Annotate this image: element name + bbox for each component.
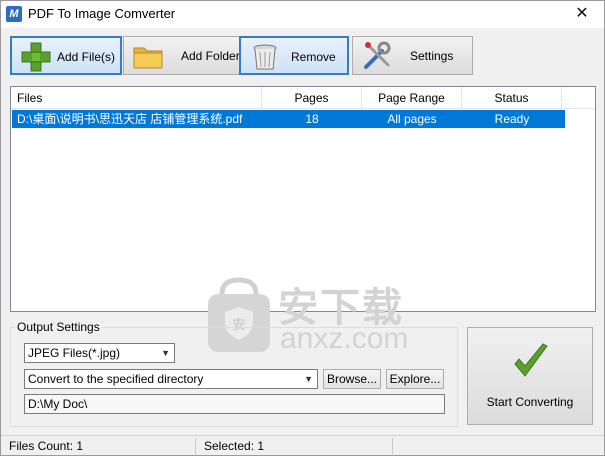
folder-icon <box>133 47 163 69</box>
column-header-pages[interactable]: Pages <box>262 87 362 109</box>
window-title: PDF To Image Comverter <box>28 6 176 21</box>
settings-label: Settings <box>410 49 454 63</box>
browse-button[interactable]: Browse... <box>323 369 381 389</box>
file-page-range: All pages <box>387 112 437 126</box>
add-folder-button[interactable]: Add Folder <box>123 36 244 75</box>
file-list[interactable]: Files Pages Page Range Status D:\桌面\说明书\… <box>10 86 596 355</box>
start-converting-button[interactable]: Start Converting <box>467 327 593 425</box>
app-logo-icon <box>6 6 22 22</box>
file-status: Ready <box>494 112 530 126</box>
output-mode-select[interactable]: Convert to the specified directory ▼ <box>24 369 318 389</box>
status-divider <box>392 438 393 454</box>
selected-status: Selected: 1 <box>204 439 265 453</box>
list-header: Files Pages Page Range Status <box>11 87 595 109</box>
column-header-page-range[interactable]: Page Range <box>362 87 462 109</box>
chevron-down-icon: ▼ <box>304 374 313 384</box>
checkmark-icon <box>514 343 548 377</box>
file-pages: 18 <box>305 112 319 126</box>
files-count-status: Files Count: 1 <box>9 439 84 453</box>
status-divider <box>195 438 196 454</box>
format-select[interactable]: JPEG Files(*.jpg) ▼ <box>24 343 175 363</box>
chevron-down-icon: ▼ <box>161 348 170 358</box>
status-bar: Files Count: 1 Selected: 1 <box>1 435 604 455</box>
file-row[interactable]: D:\桌面\说明书\思迅天店 店铺管理系统.pdf 18 All pages R… <box>12 110 565 128</box>
column-header-files[interactable]: Files <box>11 87 262 109</box>
column-header-status[interactable]: Status <box>462 87 562 109</box>
format-value: JPEG Files(*.jpg) <box>28 346 121 360</box>
add-files-button[interactable]: Add File(s) <box>10 36 122 75</box>
close-icon[interactable]: ✕ <box>560 1 604 28</box>
explore-button[interactable]: Explore... <box>386 369 444 389</box>
start-converting-label: Start Converting <box>486 395 574 409</box>
add-files-label: Add File(s) <box>57 50 116 64</box>
green-plus-icon <box>21 42 51 72</box>
add-folder-label: Add Folder <box>181 49 240 63</box>
trash-icon <box>253 44 277 70</box>
settings-button[interactable]: Settings <box>352 36 473 75</box>
remove-button[interactable]: Remove <box>239 36 349 75</box>
file-path: D:\桌面\说明书\思迅天店 店铺管理系统.pdf <box>17 112 243 126</box>
tools-icon <box>364 41 391 69</box>
title-bar: PDF To Image Comverter ✕ <box>1 1 604 28</box>
output-mode-value: Convert to the specified directory <box>28 372 204 386</box>
output-path-field[interactable]: D:\My Doc\ <box>24 394 445 414</box>
output-settings-title: Output Settings <box>15 320 102 334</box>
remove-label: Remove <box>291 50 336 64</box>
app-window: PDF To Image Comverter ✕ Add File(s) Add… <box>0 0 605 456</box>
